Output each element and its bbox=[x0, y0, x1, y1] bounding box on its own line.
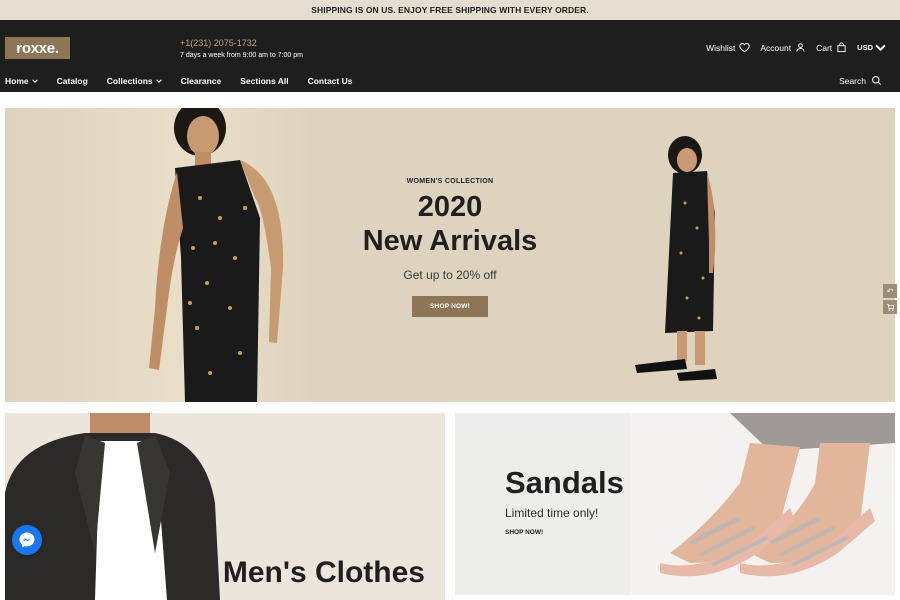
bag-icon bbox=[837, 42, 846, 53]
nav-label: Sections All bbox=[240, 76, 289, 86]
store-hours: 7 days a week from 9:00 am to 7:00 pm bbox=[180, 52, 303, 59]
cart-label: Cart bbox=[816, 42, 833, 53]
wishlist-link[interactable]: Wishlist bbox=[706, 42, 751, 53]
nav-item-contact-us[interactable]: Contact Us bbox=[308, 76, 353, 86]
chevron-down-icon bbox=[155, 79, 162, 83]
currency-selector[interactable]: USD bbox=[857, 42, 886, 53]
nav-item-sections-all[interactable]: Sections All bbox=[240, 76, 288, 86]
hero-model-image-left bbox=[149, 108, 284, 402]
sandals-banner[interactable]: Sandals Limited time only! SHOP NOW! bbox=[455, 413, 895, 595]
site-header: roxxe. +1(231) 2075-1732 7 days a week f… bbox=[0, 20, 900, 92]
wishlist-label: Wishlist bbox=[706, 42, 736, 53]
nav-label: Collections bbox=[106, 76, 153, 86]
nav-item-home[interactable]: Home bbox=[5, 76, 38, 86]
nav-label: Home bbox=[5, 76, 29, 86]
search-label: Search bbox=[839, 75, 866, 86]
back-arrow-icon[interactable]: ↶ bbox=[883, 284, 897, 298]
search-icon bbox=[872, 76, 881, 85]
user-icon bbox=[796, 43, 805, 52]
nav-label: Catalog bbox=[56, 76, 88, 86]
logo-text: roxxe. bbox=[16, 39, 59, 57]
hero-kicker: WOMEN'S COLLECTION bbox=[406, 178, 494, 185]
hero-banner[interactable]: WOMEN'S COLLECTION 2020 New Arrivals Get… bbox=[5, 108, 895, 402]
messenger-chat-button[interactable] bbox=[12, 525, 42, 555]
phone-number[interactable]: +1(231) 2075-1732 bbox=[180, 38, 257, 48]
hero-content: WOMEN'S COLLECTION 2020 New Arrivals Get… bbox=[325, 178, 575, 318]
chevron-down-icon bbox=[875, 44, 886, 52]
cart-link[interactable]: Cart bbox=[816, 42, 847, 53]
account-link[interactable]: Account bbox=[760, 42, 806, 53]
messenger-icon bbox=[19, 532, 35, 548]
nav-item-collections[interactable]: Collections bbox=[107, 76, 162, 86]
nav-label: Contact Us bbox=[307, 76, 353, 86]
announcement-text: SHIPPING IS ON US. ENJOY FREE SHIPPING W… bbox=[311, 5, 589, 15]
sandals-banner-title: Sandals bbox=[505, 465, 624, 500]
header-actions: Wishlist Account Cart USD bbox=[706, 42, 886, 53]
account-label: Account bbox=[760, 42, 792, 53]
currency-label: USD bbox=[857, 43, 873, 52]
hero-year: 2020 bbox=[417, 191, 483, 223]
chevron-down-icon bbox=[31, 79, 38, 83]
hero-title: New Arrivals bbox=[362, 225, 538, 257]
logo[interactable]: roxxe. bbox=[5, 37, 70, 59]
search-button[interactable]: Search bbox=[839, 75, 882, 86]
hero-model-image-right bbox=[635, 136, 717, 381]
mens-clothes-banner[interactable]: Men's Clothes bbox=[5, 413, 445, 600]
main-nav: Home Catalog Collections Clearance Secti… bbox=[5, 76, 352, 86]
side-tools: ↶ bbox=[883, 284, 897, 314]
announcement-bar: SHIPPING IS ON US. ENJOY FREE SHIPPING W… bbox=[0, 0, 900, 20]
heart-icon bbox=[739, 43, 751, 53]
hero-subtitle: Get up to 20% off bbox=[403, 268, 497, 283]
hero-shop-now-button[interactable]: SHOP NOW! bbox=[412, 296, 488, 318]
mens-banner-title: Men's Clothes bbox=[222, 556, 425, 589]
mens-model-image bbox=[5, 413, 220, 600]
nav-item-clearance[interactable]: Clearance bbox=[181, 76, 222, 86]
cart-icon[interactable] bbox=[883, 300, 897, 314]
sandals-banner-subtitle: Limited time only! bbox=[505, 506, 599, 520]
sandals-image bbox=[630, 413, 895, 595]
sandals-shop-now-link[interactable]: SHOP NOW! bbox=[505, 529, 543, 536]
nav-label: Clearance bbox=[180, 76, 222, 86]
nav-item-catalog[interactable]: Catalog bbox=[57, 76, 88, 86]
